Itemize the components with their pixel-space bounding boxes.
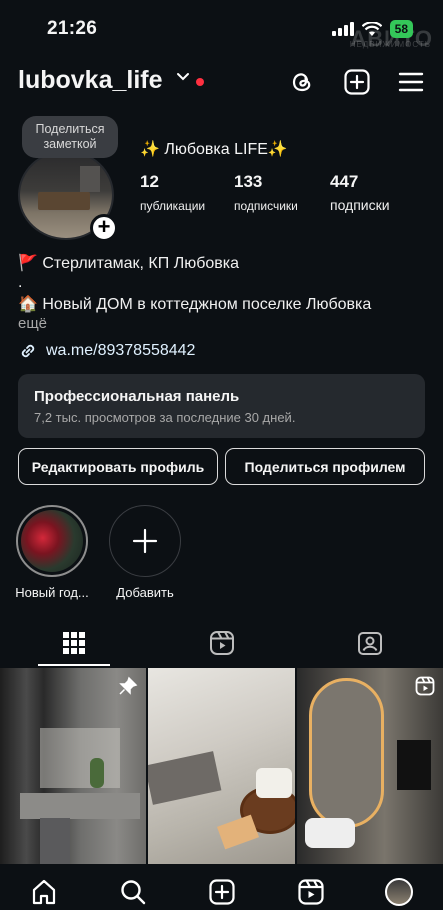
bio-dot: . — [18, 274, 23, 291]
search-icon[interactable] — [119, 878, 147, 906]
notification-dot — [196, 78, 204, 86]
create-post-icon[interactable] — [343, 68, 371, 96]
pinned-icon — [119, 676, 138, 695]
highlight-new-year[interactable]: Новый год... — [12, 505, 92, 600]
link-icon — [21, 344, 35, 358]
posts-grid — [0, 668, 443, 864]
highlight-add-label: Добавить — [116, 585, 174, 600]
stat-posts-count: 12 — [140, 172, 159, 191]
highlight-add[interactable]: Добавить — [105, 505, 185, 600]
menu-icon[interactable] — [397, 68, 425, 96]
stat-following[interactable]: 447 подписки — [330, 172, 390, 213]
highlight-new-year-label: Новый год... — [15, 585, 89, 600]
profile-header: lubovka_life — [0, 62, 443, 106]
wifi-icon — [361, 21, 382, 36]
post-thumbnail[interactable] — [148, 668, 295, 864]
stat-followers-count: 133 — [234, 172, 263, 191]
plus-icon — [132, 528, 158, 554]
stat-posts[interactable]: 12 публикации — [140, 172, 205, 213]
bio-location: 🚩 Стерлитамак, КП Любовка — [18, 255, 240, 272]
username-switcher[interactable]: lubovka_life — [18, 66, 163, 95]
edit-profile-button[interactable]: Редактировать профиль — [18, 448, 218, 485]
bio-house: 🏠 Новый ДОМ в коттеджном поселке Любовка — [18, 296, 372, 313]
chevron-down-icon[interactable] — [176, 70, 190, 84]
stat-followers[interactable]: 133 подписчики — [234, 172, 298, 213]
tab-grid[interactable] — [0, 620, 148, 666]
stat-following-count: 447 — [330, 172, 359, 191]
add-story-icon[interactable]: + — [90, 214, 118, 242]
note-bubble[interactable]: Поделиться заметкой — [22, 116, 118, 158]
status-icons: 58 — [331, 20, 413, 38]
status-time: 21:26 — [47, 18, 98, 39]
professional-dashboard[interactable]: Профессиональная панель 7,2 тыс. просмот… — [18, 374, 425, 438]
stat-followers-label: подписчики — [234, 199, 298, 213]
display-name: ✨ Любовка LIFE✨ — [140, 141, 288, 158]
grid-icon — [63, 632, 85, 654]
highlight-new-year-cover — [16, 505, 88, 577]
stat-following-label: подписки — [330, 197, 390, 213]
reel-icon — [415, 676, 435, 696]
tab-tagged[interactable] — [296, 620, 443, 666]
highlight-add-circle — [109, 505, 181, 577]
bio-link[interactable]: wa.me/89378558442 — [18, 341, 195, 361]
share-profile-button[interactable]: Поделиться профилем — [225, 448, 425, 485]
profile-tabs — [0, 620, 443, 666]
status-bar: 21:26 АВИТО НЕДВИЖИМОСТЬ 58 — [0, 0, 443, 56]
post-thumbnail[interactable] — [296, 668, 443, 864]
active-tab-indicator — [38, 664, 110, 666]
home-icon[interactable] — [30, 878, 58, 906]
profile-nav-avatar[interactable] — [385, 878, 413, 906]
bio-link-text[interactable]: wa.me/89378558442 — [46, 342, 195, 360]
tab-reels[interactable] — [148, 620, 296, 666]
signal-icon — [331, 22, 354, 36]
threads-icon[interactable] — [288, 68, 316, 96]
bottom-nav — [0, 866, 443, 910]
battery-indicator: 58 — [389, 20, 413, 38]
post-thumbnail[interactable] — [0, 668, 147, 864]
pro-panel-title: Профессиональная панель — [34, 388, 240, 405]
watermark-sub: НЕДВИЖИМОСТЬ — [349, 40, 431, 49]
stat-posts-label: публикации — [140, 199, 206, 213]
create-icon[interactable] — [208, 878, 236, 906]
reels-icon — [210, 631, 234, 655]
reels-nav-icon[interactable] — [297, 878, 325, 906]
tagged-icon — [358, 632, 382, 655]
profile-avatar[interactable]: + — [18, 150, 118, 242]
pro-panel-subtitle: 7,2 тыс. просмотров за последние 30 дней… — [34, 410, 296, 425]
bio-more-link[interactable]: ещё — [18, 315, 47, 332]
